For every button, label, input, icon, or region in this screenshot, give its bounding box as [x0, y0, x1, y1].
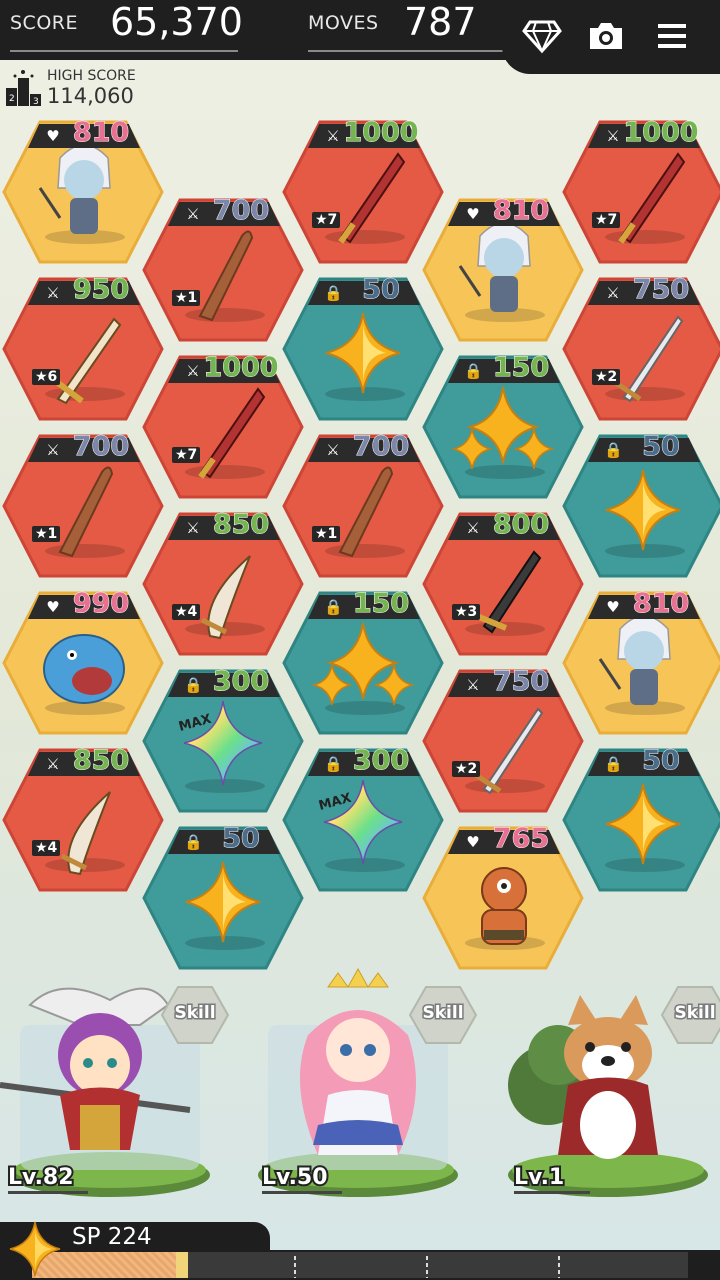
- stat-value: 150: [352, 588, 410, 619]
- skill-label: Skill: [673, 1002, 717, 1025]
- rank-badge: ★3: [452, 604, 481, 620]
- skill-label: Skill: [173, 1002, 217, 1025]
- stat-value: 700: [72, 431, 130, 462]
- stat-value: 750: [632, 274, 690, 305]
- rank-badge: ★6: [32, 369, 61, 385]
- hex-tile-weapon[interactable]: ⚔ 750 ★2: [560, 274, 720, 423]
- level-underline: [262, 1191, 342, 1194]
- sp-gauge-segment-tick: [426, 1256, 428, 1278]
- stat-value: 750: [492, 666, 550, 697]
- stat-value: 1000: [203, 352, 279, 383]
- stat-value: 1000: [343, 117, 419, 148]
- hero-level: Lv.1: [512, 1163, 566, 1192]
- stat-value: 300: [352, 745, 410, 776]
- rank-badge: ★2: [452, 761, 481, 777]
- rank-badge: ★2: [592, 369, 621, 385]
- stat-value: 50: [222, 823, 261, 854]
- rank-badge: ★1: [172, 290, 201, 306]
- stat-value: 50: [362, 274, 401, 305]
- rank-badge: ★7: [312, 212, 341, 228]
- hex-tile-weapon[interactable]: ⚔ 1000 ★7: [560, 117, 720, 266]
- stat-value: 300: [212, 666, 270, 697]
- hero-card-princess[interactable]: Skill Lv.50: [248, 965, 478, 1215]
- skill-button[interactable]: Skill: [660, 985, 720, 1045]
- stat-value: 50: [642, 745, 681, 776]
- stat-value: 1000: [623, 117, 699, 148]
- hex-tile-star[interactable]: 🔒 50: [140, 823, 306, 972]
- hex-tile-character[interactable]: ♥ 765: [420, 823, 586, 972]
- hero-card-dog[interactable]: Skill Lv.1: [498, 965, 720, 1215]
- hero-level: Lv.50: [260, 1163, 330, 1192]
- rank-badge: ★4: [172, 604, 201, 620]
- stat-value: 700: [212, 195, 270, 226]
- rank-badge: ★4: [32, 840, 61, 856]
- level-underline: [514, 1191, 590, 1194]
- rank-badge: ★1: [32, 526, 61, 542]
- stat-value: 50: [642, 431, 681, 462]
- level-underline: [8, 1191, 88, 1194]
- stat-value: 810: [492, 195, 550, 226]
- sp-gauge-tip: [176, 1252, 189, 1278]
- stat-value: 150: [492, 352, 550, 383]
- hero-card-warrior[interactable]: Skill Lv.82: [0, 965, 230, 1215]
- stat-value: 765: [492, 823, 550, 854]
- sp-star-icon: [9, 1221, 61, 1277]
- sp-label: SP 224: [72, 1224, 152, 1250]
- rank-badge: ★7: [172, 447, 201, 463]
- rank-badge: ★1: [312, 526, 341, 542]
- stat-value: 850: [212, 509, 270, 540]
- stat-value: 810: [632, 588, 690, 619]
- stat-value: 800: [492, 509, 550, 540]
- stat-value: 700: [352, 431, 410, 462]
- sp-gauge-segment-tick: [558, 1256, 560, 1278]
- hero-level: Lv.82: [6, 1163, 76, 1192]
- stat-value: 850: [72, 745, 130, 776]
- stat-value: 990: [72, 588, 130, 619]
- skill-label: Skill: [421, 1002, 465, 1025]
- skill-button[interactable]: Skill: [160, 985, 230, 1045]
- stat-value: 950: [72, 274, 130, 305]
- skill-button[interactable]: Skill: [408, 985, 478, 1045]
- stat-value: 810: [72, 117, 130, 148]
- rank-badge: ★7: [592, 212, 621, 228]
- sp-bar: SP 224: [0, 1220, 720, 1280]
- sp-gauge-segment-tick: [294, 1256, 296, 1278]
